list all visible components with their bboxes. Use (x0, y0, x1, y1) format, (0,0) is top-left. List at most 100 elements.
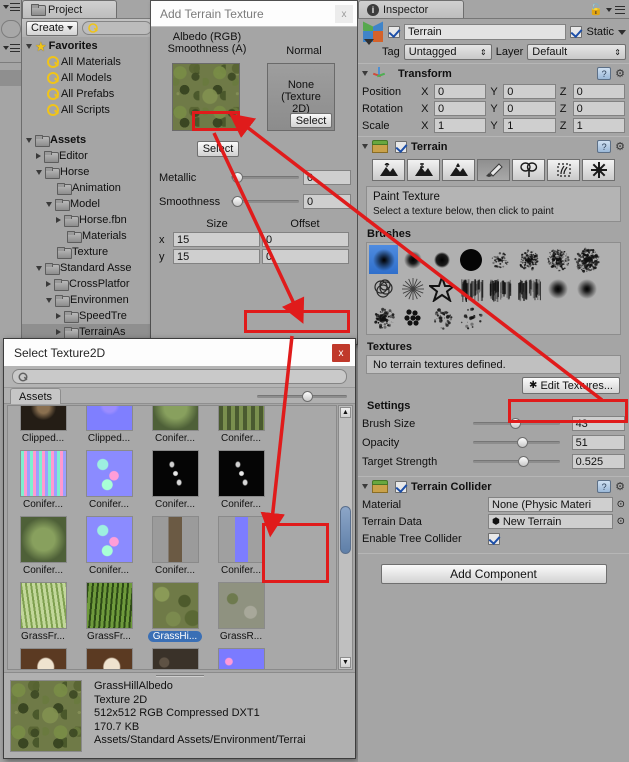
smoothness-slider[interactable] (231, 195, 299, 209)
help-icon[interactable]: ? (597, 480, 611, 493)
asset-item[interactable]: Conifer... (12, 516, 74, 576)
project-search-input[interactable] (82, 21, 152, 35)
component-header-terrain-collider[interactable]: Terrain Collider ? ⚙ (358, 477, 629, 496)
asset-item[interactable]: GrassHi... (144, 582, 206, 642)
create-button[interactable]: Create (26, 21, 78, 36)
brush-15[interactable] (572, 274, 601, 303)
tab-project[interactable]: Project (22, 0, 117, 18)
offset-x-field[interactable]: 0 (262, 232, 349, 247)
tree-item-all-materials[interactable]: All Materials (22, 54, 155, 70)
setting-slider-target-strength[interactable] (473, 455, 560, 469)
tree-item-standard-asse[interactable]: Standard Asse (22, 260, 155, 276)
brush-17[interactable] (398, 303, 427, 332)
paint-details-tool[interactable] (547, 159, 580, 181)
transform-position-y-field[interactable]: 0 (503, 84, 555, 99)
brush-11[interactable] (456, 274, 485, 303)
tree-item-assets[interactable]: Assets (22, 132, 155, 148)
foldout-icon[interactable] (46, 202, 52, 207)
tree-item-animation[interactable]: Animation (22, 180, 155, 196)
foldout-icon[interactable] (56, 217, 61, 223)
foldout-icon[interactable] (36, 170, 42, 175)
layer-dropdown[interactable]: Default ⇕ (527, 44, 626, 60)
asset-item[interactable]: Conifer... (78, 516, 140, 576)
close-icon[interactable]: x (332, 344, 350, 362)
asset-grid-scrollbar[interactable]: ▲ ▼ (338, 405, 353, 670)
tree-item-horse[interactable]: Horse (22, 164, 155, 180)
tree-item-materials[interactable]: Materials (22, 228, 155, 244)
left-strip-options-2[interactable] (3, 44, 20, 52)
brush-13[interactable] (514, 274, 543, 303)
metallic-slider[interactable] (231, 171, 299, 185)
tag-dropdown[interactable]: Untagged ⇕ (404, 44, 492, 60)
asset-item[interactable]: GrassR... (210, 582, 272, 642)
component-header-transform[interactable]: Transform ? ⚙ (358, 64, 629, 83)
collider-terrain-data-field[interactable]: ⬢ New Terrain (488, 514, 613, 529)
transform-position-x-field[interactable]: 0 (434, 84, 486, 99)
tree-item-favorites[interactable]: ★ Favorites (22, 38, 155, 54)
setting-value-opacity[interactable]: 51 (572, 435, 625, 450)
brush-10[interactable] (427, 274, 456, 303)
terrain-collider-enabled-checkbox[interactable] (395, 481, 407, 493)
albedo-select-button[interactable]: Select (197, 141, 239, 157)
foldout-icon[interactable] (56, 313, 61, 319)
foldout-icon[interactable] (46, 281, 51, 287)
asset-item[interactable]: Horse_D (12, 648, 74, 670)
transform-scale-z-field[interactable]: 1 (573, 118, 625, 133)
tree-item-speedtre[interactable]: SpeedTre (22, 308, 155, 324)
brush-18[interactable] (427, 303, 456, 332)
tree-item-model[interactable]: Model (22, 196, 155, 212)
object-picker-icon[interactable]: ⊙ (617, 516, 625, 527)
raise-lower-terrain-tool[interactable] (372, 159, 405, 181)
offset-y-field[interactable]: 0 (262, 249, 349, 264)
enable-tree-collider-checkbox[interactable] (488, 533, 500, 545)
close-icon[interactable]: x (335, 5, 353, 23)
transform-rotation-y-field[interactable]: 0 (503, 101, 555, 116)
gameobject-name-field[interactable]: Terrain (404, 24, 566, 40)
setting-value-target-strength[interactable]: 0.525 (572, 454, 625, 469)
tab-inspector[interactable]: i Inspector (358, 0, 464, 18)
normal-select-button[interactable]: Select (290, 113, 332, 128)
terrain-enabled-checkbox[interactable] (395, 141, 407, 153)
asset-item[interactable]: Conifer... (12, 450, 74, 510)
brush-2[interactable] (427, 245, 456, 274)
gear-icon[interactable]: ⚙ (615, 67, 625, 80)
brush-5[interactable] (514, 245, 543, 274)
left-strip-selected-row[interactable] (0, 70, 21, 86)
brush-6[interactable] (543, 245, 572, 274)
asset-item[interactable]: Clipped... (78, 405, 140, 444)
brush-14[interactable] (543, 274, 572, 303)
asset-item[interactable]: MudRoc... (144, 648, 206, 670)
collider-material-field[interactable]: None (Physic Materi (488, 497, 613, 512)
brush-3[interactable] (456, 245, 485, 274)
foldout-icon[interactable] (362, 484, 368, 489)
thumbnail-zoom-slider[interactable] (257, 389, 347, 403)
scroll-up-arrow[interactable]: ▲ (340, 407, 351, 418)
asset-item[interactable]: GrassFr... (78, 582, 140, 642)
asset-item[interactable]: Conifer... (144, 516, 206, 576)
tree-item-horse-fbn[interactable]: Horse.fbn (22, 212, 155, 228)
foldout-icon[interactable] (36, 153, 41, 159)
tree-item-all-models[interactable]: All Models (22, 70, 155, 86)
transform-position-z-field[interactable]: 0 (573, 84, 625, 99)
transform-scale-x-field[interactable]: 1 (434, 118, 486, 133)
brush-0[interactable] (369, 245, 398, 274)
brush-19[interactable] (456, 303, 485, 332)
foldout-icon[interactable] (46, 298, 52, 303)
asset-item[interactable]: Clipped... (12, 405, 74, 444)
paint-height-tool[interactable] (407, 159, 440, 181)
static-dropdown-icon[interactable] (618, 30, 626, 35)
brush-12[interactable] (485, 274, 514, 303)
asset-item[interactable]: Conifer... (78, 450, 140, 510)
gear-icon[interactable]: ⚙ (615, 480, 625, 493)
asset-item[interactable]: Conifer... (144, 450, 206, 510)
tree-item-environmen[interactable]: Environmen (22, 292, 155, 308)
help-icon[interactable]: ? (597, 140, 611, 153)
asset-item[interactable]: MudRoc... (210, 648, 272, 670)
gameobject-enabled-checkbox[interactable] (388, 26, 400, 38)
size-x-field[interactable]: 15 (173, 232, 260, 247)
asset-item[interactable]: Horse_D (78, 648, 140, 670)
asset-item[interactable]: Conifer... (144, 405, 206, 444)
tree-item-crossplatfor[interactable]: CrossPlatfor (22, 276, 155, 292)
foldout-icon[interactable] (26, 44, 32, 49)
transform-rotation-z-field[interactable]: 0 (573, 101, 625, 116)
